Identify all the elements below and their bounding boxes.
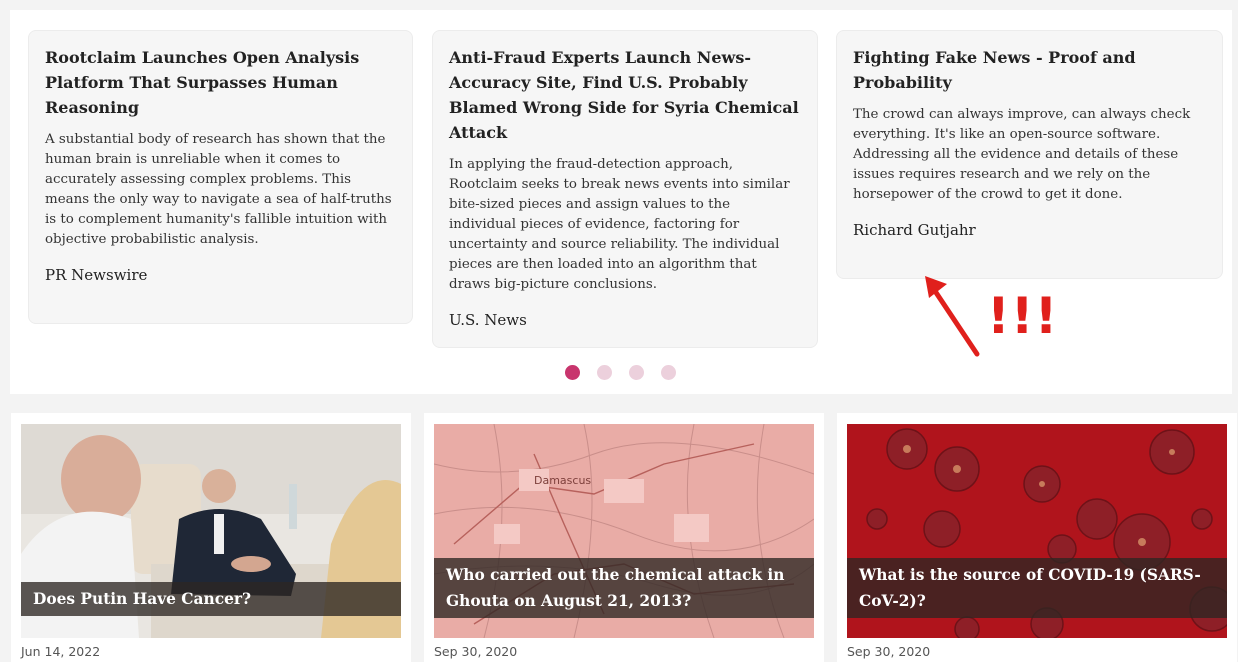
map-city-label: Damascus [534,474,591,487]
testimonial-source: U.S. News [449,311,527,329]
article-title[interactable]: Who carried out the chemical attack in G… [434,558,814,618]
testimonial-source: Richard Gutjahr [853,221,976,239]
testimonial-title: Rootclaim Launches Open Analysis Platfor… [45,48,360,117]
article-date: Sep 30, 2020 [434,644,518,659]
testimonial-card-2[interactable]: Anti-Fraud Experts Launch News-Accuracy … [432,30,818,348]
testimonial-title: Anti-Fraud Experts Launch News-Accuracy … [449,48,799,142]
testimonial-source: PR Newswire [45,266,148,284]
exclamation-annotation: !!! [987,287,1059,345]
article-title[interactable]: Does Putin Have Cancer? [21,582,401,616]
article-thumbnail[interactable]: What is the source of COVID-19 (SARS-CoV… [847,424,1227,638]
testimonial-body: The crowd can always improve, can always… [853,107,1191,202]
article-card-3[interactable]: What is the source of COVID-19 (SARS-CoV… [837,413,1237,662]
article-date: Jun 14, 2022 [21,644,101,659]
article-card-2[interactable]: Damascus Who carried out the chemical at… [424,413,824,662]
testimonial-body: In applying the fraud-detection approach… [449,157,790,292]
testimonial-card-3[interactable]: Fighting Fake News - Proof and Probabili… [836,30,1223,279]
carousel-dot-1[interactable] [565,365,580,380]
article-thumbnail[interactable]: Damascus Who carried out the chemical at… [434,424,814,638]
testimonial-title: Fighting Fake News - Proof and Probabili… [853,48,1136,92]
testimonial-body: A substantial body of research has shown… [45,132,392,247]
article-title[interactable]: What is the source of COVID-19 (SARS-CoV… [847,558,1227,618]
carousel-dot-4[interactable] [661,365,676,380]
carousel-dot-3[interactable] [629,365,644,380]
carousel-pagination [565,365,676,380]
carousel-dot-2[interactable] [597,365,612,380]
article-card-1[interactable]: Does Putin Have Cancer? Jun 14, 2022 [11,413,411,662]
testimonial-card-1[interactable]: Rootclaim Launches Open Analysis Platfor… [28,30,413,324]
article-date: Sep 30, 2020 [847,644,931,659]
annotation: !!! [915,270,1057,369]
article-thumbnail[interactable]: Does Putin Have Cancer? [21,424,401,638]
